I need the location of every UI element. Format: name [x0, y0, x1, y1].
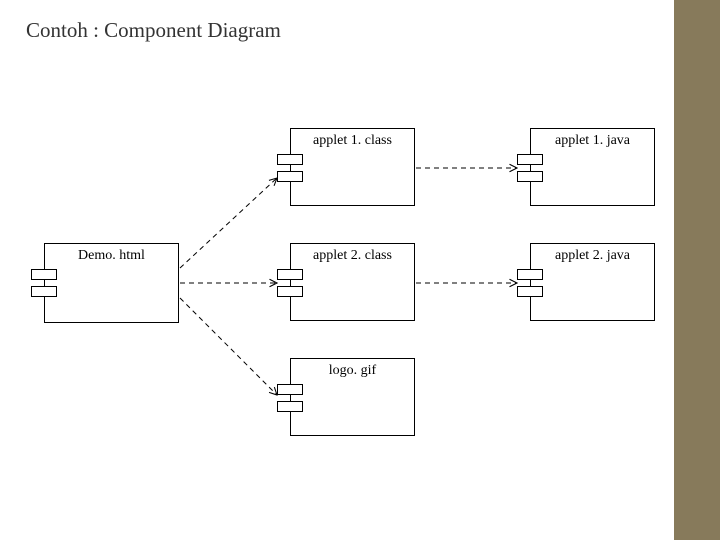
component-nub — [517, 269, 543, 280]
component-label: logo. gif — [291, 363, 414, 379]
component-nub — [277, 154, 303, 165]
component-nub — [277, 286, 303, 297]
component-demo-html: Demo. html — [44, 243, 179, 323]
component-applet2-class: applet 2. class — [290, 243, 415, 321]
component-label: applet 2. java — [531, 248, 654, 264]
component-applet1-java: applet 1. java — [530, 128, 655, 206]
component-diagram: Demo. html applet 1. class applet 2. cla… — [0, 0, 720, 540]
component-nub — [277, 171, 303, 182]
component-label: applet 1. class — [291, 133, 414, 149]
component-nub — [277, 401, 303, 412]
component-nub — [517, 154, 543, 165]
component-nub — [517, 171, 543, 182]
component-nub — [277, 384, 303, 395]
component-nub — [517, 286, 543, 297]
component-logo-gif: logo. gif — [290, 358, 415, 436]
component-nub — [31, 269, 57, 280]
component-label: Demo. html — [45, 248, 178, 264]
component-label: applet 1. java — [531, 133, 654, 149]
component-applet1-class: applet 1. class — [290, 128, 415, 206]
component-applet2-java: applet 2. java — [530, 243, 655, 321]
component-nub — [31, 286, 57, 297]
component-label: applet 2. class — [291, 248, 414, 264]
component-nub — [277, 269, 303, 280]
